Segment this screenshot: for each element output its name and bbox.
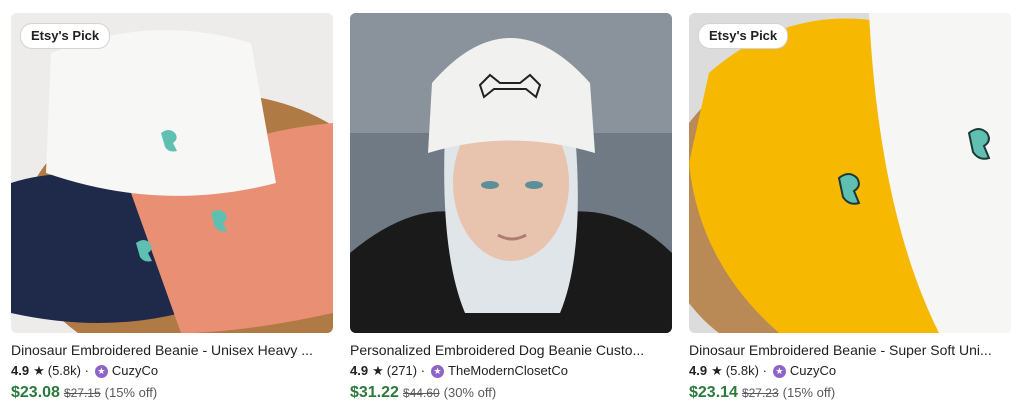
yellow-white-beanie-image	[689, 13, 1011, 333]
listing-grid: Etsy's Pick Dinosaur Embroidered Beanie …	[0, 0, 1024, 408]
listing-image[interactable]	[350, 13, 672, 333]
discount: (15% off)	[104, 385, 158, 400]
rating-row: 4.9 ★ (271) · ★ TheModernClosetCo	[350, 363, 672, 379]
discount: (15% off)	[782, 385, 836, 400]
original-price: $44.60	[402, 386, 440, 400]
shop-name[interactable]: CuzyCo	[790, 363, 836, 379]
listing-image[interactable]: Etsy's Pick	[11, 13, 333, 333]
discount: (30% off)	[443, 385, 497, 400]
rating-value: 4.9	[11, 363, 30, 378]
listing-card[interactable]: Etsy's Pick Dinosaur Embroidered Beanie …	[11, 13, 333, 403]
star-seller-icon: ★	[431, 364, 445, 378]
listing-card[interactable]: Personalized Embroidered Dog Beanie Cust…	[350, 13, 672, 403]
listing-title[interactable]: Personalized Embroidered Dog Beanie Cust…	[350, 341, 668, 359]
review-count: (5.8k) ·	[725, 363, 767, 378]
rating-row: 4.9 ★ (5.8k) · ★ CuzyCo	[689, 363, 1011, 379]
original-price: $27.15	[63, 386, 101, 400]
shop-name[interactable]: CuzyCo	[112, 363, 158, 379]
listing-title[interactable]: Dinosaur Embroidered Beanie - Unisex Hea…	[11, 341, 329, 359]
listing-image[interactable]: Etsy's Pick	[689, 13, 1011, 333]
listing-card[interactable]: Etsy's Pick Dinosaur Embroidered Beanie …	[689, 13, 1011, 403]
review-count: (271) ·	[386, 363, 426, 378]
price-row: $23.14 $27.23 (15% off)	[689, 383, 1011, 403]
star-icon: ★	[33, 363, 45, 378]
sale-price: $23.08	[11, 384, 60, 401]
beanie-stack-image	[11, 13, 333, 333]
model-wearing-beanie-image	[350, 13, 672, 333]
sale-price: $31.22	[350, 384, 399, 401]
rating-value: 4.9	[689, 363, 708, 378]
rating-value: 4.9	[350, 363, 369, 378]
etsys-pick-badge: Etsy's Pick	[20, 23, 111, 49]
review-count: (5.8k) ·	[47, 363, 89, 378]
etsys-pick-badge: Etsy's Pick	[698, 23, 789, 49]
sale-price: $23.14	[689, 384, 738, 401]
star-icon: ★	[711, 363, 723, 378]
star-icon: ★	[372, 363, 384, 378]
rating-row: 4.9 ★ (5.8k) · ★ CuzyCo	[11, 363, 333, 379]
price-row: $23.08 $27.15 (15% off)	[11, 383, 333, 403]
star-seller-icon: ★	[94, 364, 108, 378]
listing-title[interactable]: Dinosaur Embroidered Beanie - Super Soft…	[689, 341, 1007, 359]
price-row: $31.22 $44.60 (30% off)	[350, 383, 672, 403]
star-seller-icon: ★	[772, 364, 786, 378]
shop-name[interactable]: TheModernClosetCo	[448, 363, 568, 379]
original-price: $27.23	[741, 386, 779, 400]
